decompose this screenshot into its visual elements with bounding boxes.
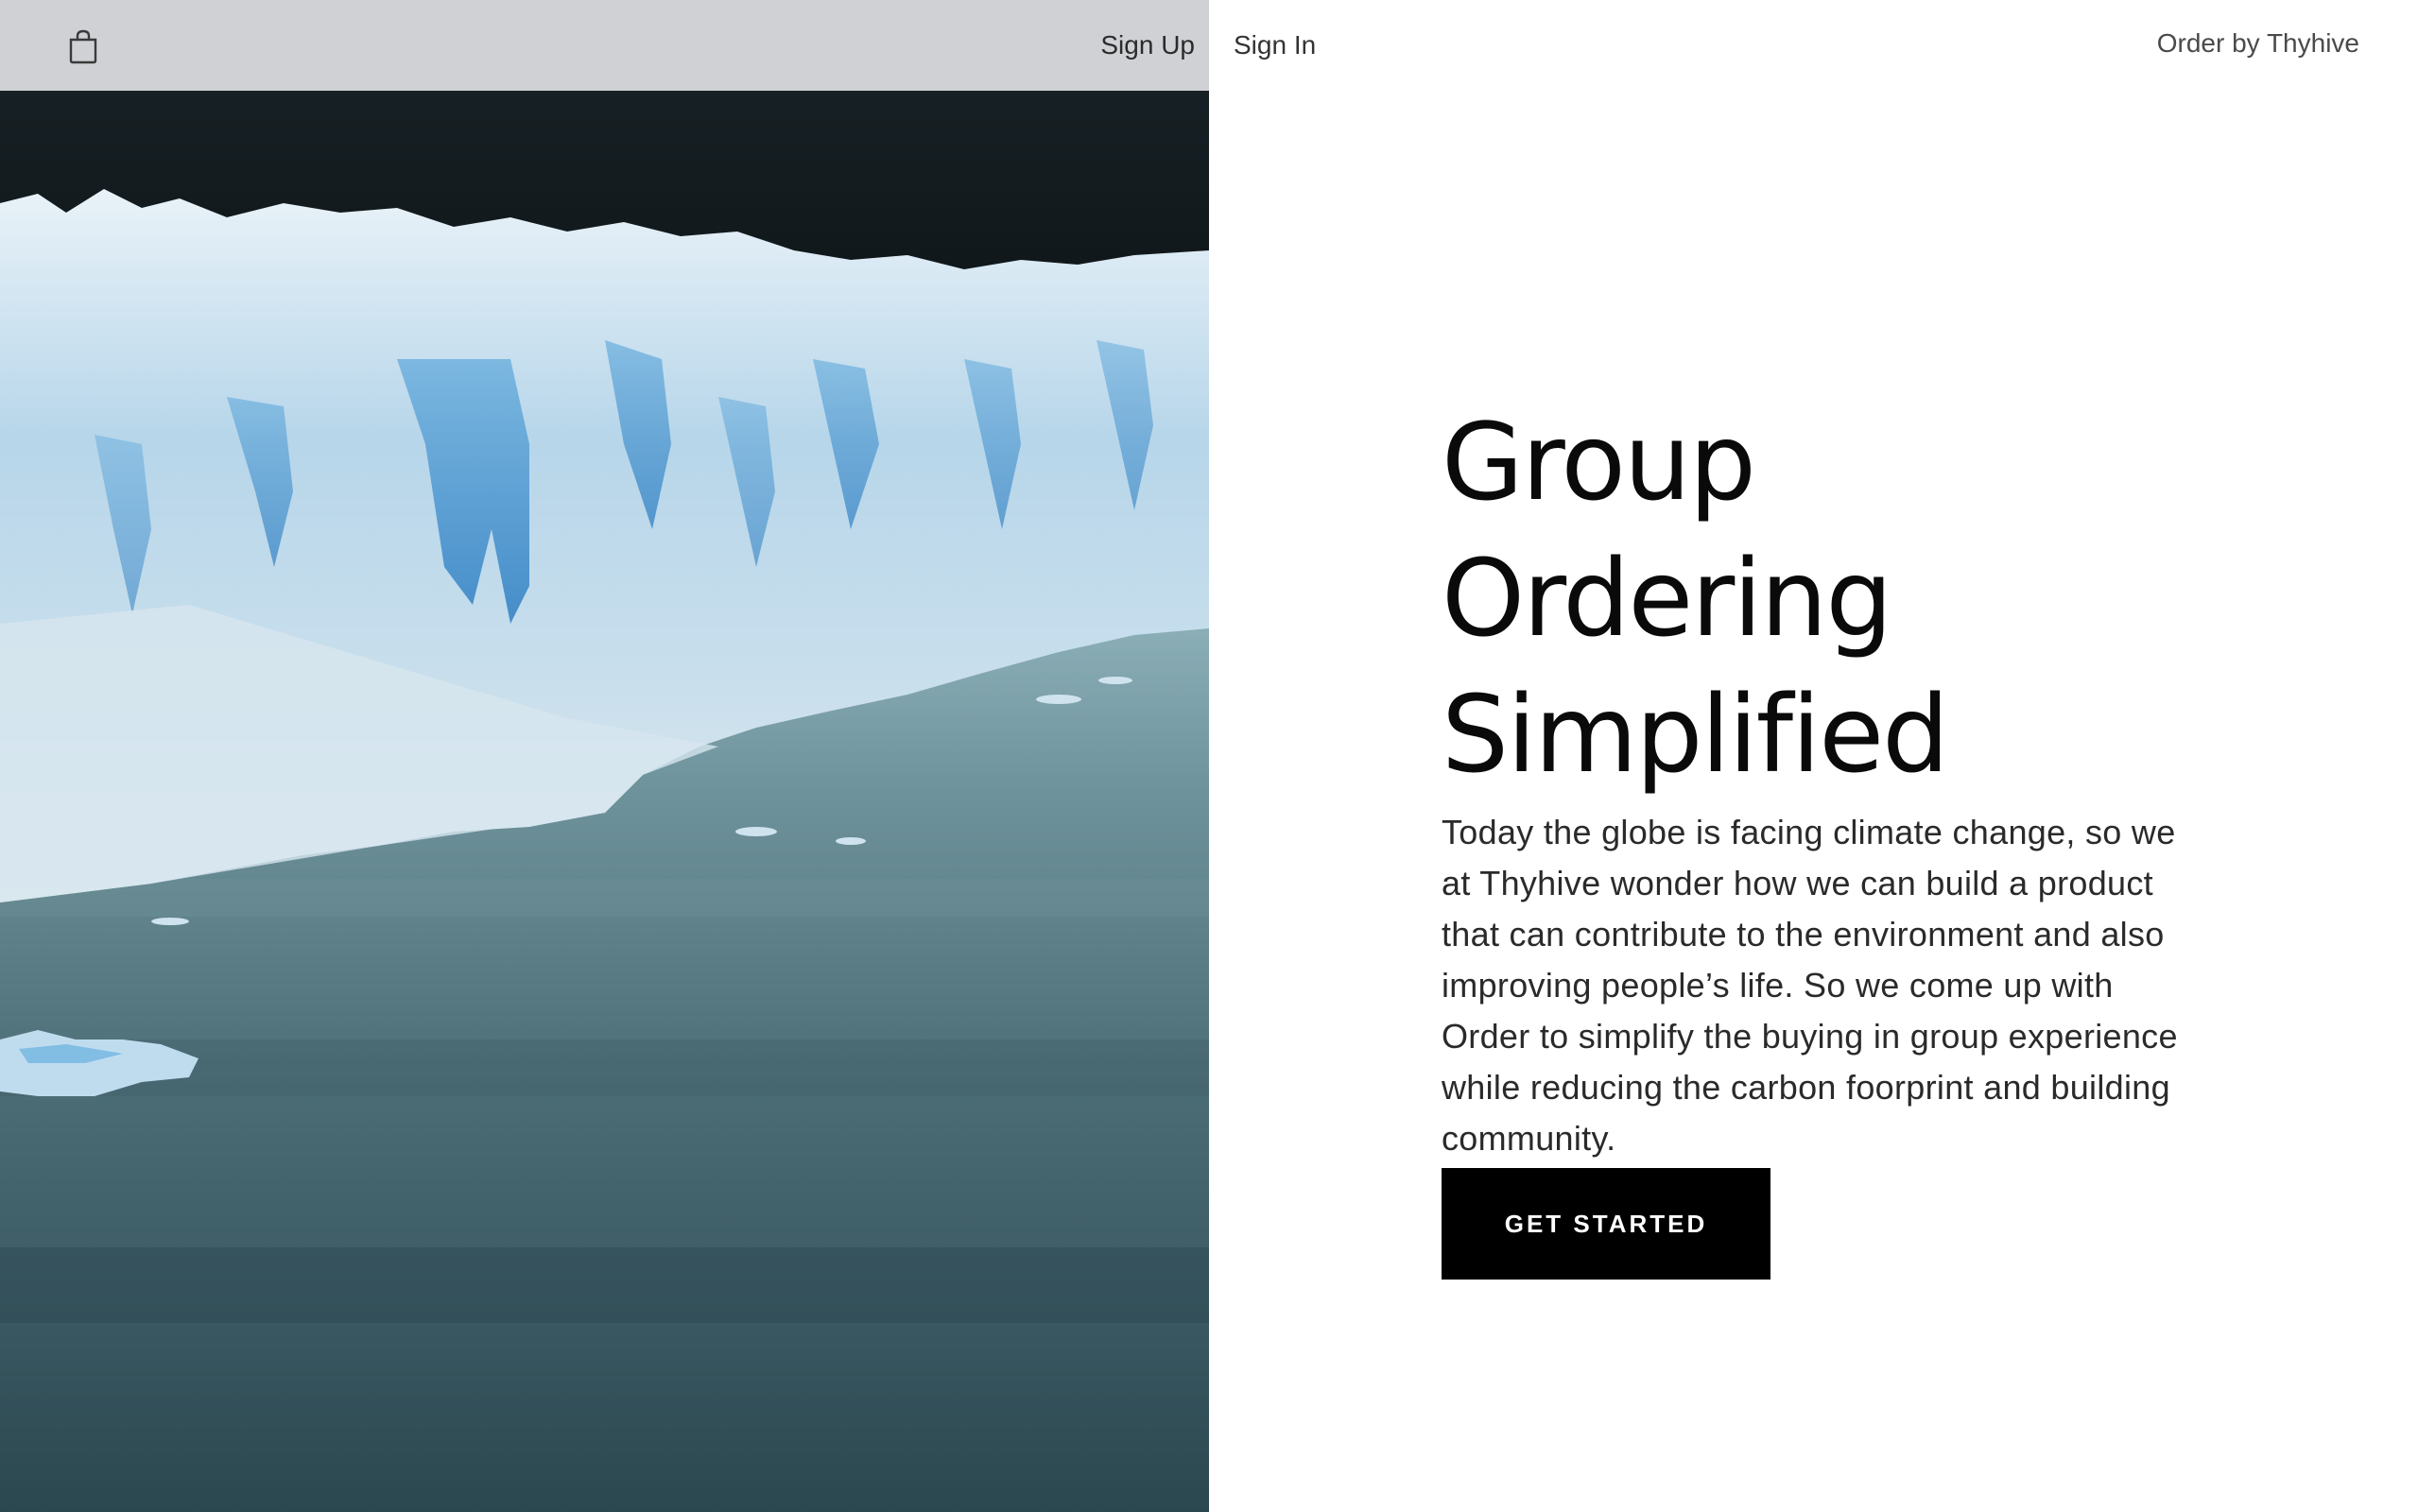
- landing-page: Sign Up Sign In Order by Thyhive Group O…: [0, 0, 2418, 1512]
- page-title: Group Ordering Simplified: [1442, 395, 2217, 803]
- headline-line-2: Simplified: [1442, 674, 1949, 797]
- header-bar: [0, 0, 1209, 91]
- headline-line-1: Group Ordering: [1442, 402, 1892, 661]
- brand-name: Order by Thyhive: [2156, 28, 2359, 58]
- sign-up-link[interactable]: Sign Up: [1100, 26, 1195, 64]
- sign-in-link[interactable]: Sign In: [1234, 26, 1316, 64]
- glacier-hero-image: [0, 0, 1209, 1512]
- get-started-button[interactable]: GET STARTED: [1442, 1168, 1770, 1280]
- shopping-bag-icon[interactable]: [66, 28, 100, 64]
- hero-content: Group Ordering Simplified Today the glob…: [1442, 395, 2217, 1280]
- hero-description: Today the globe is facing climate change…: [1442, 813, 2178, 1158]
